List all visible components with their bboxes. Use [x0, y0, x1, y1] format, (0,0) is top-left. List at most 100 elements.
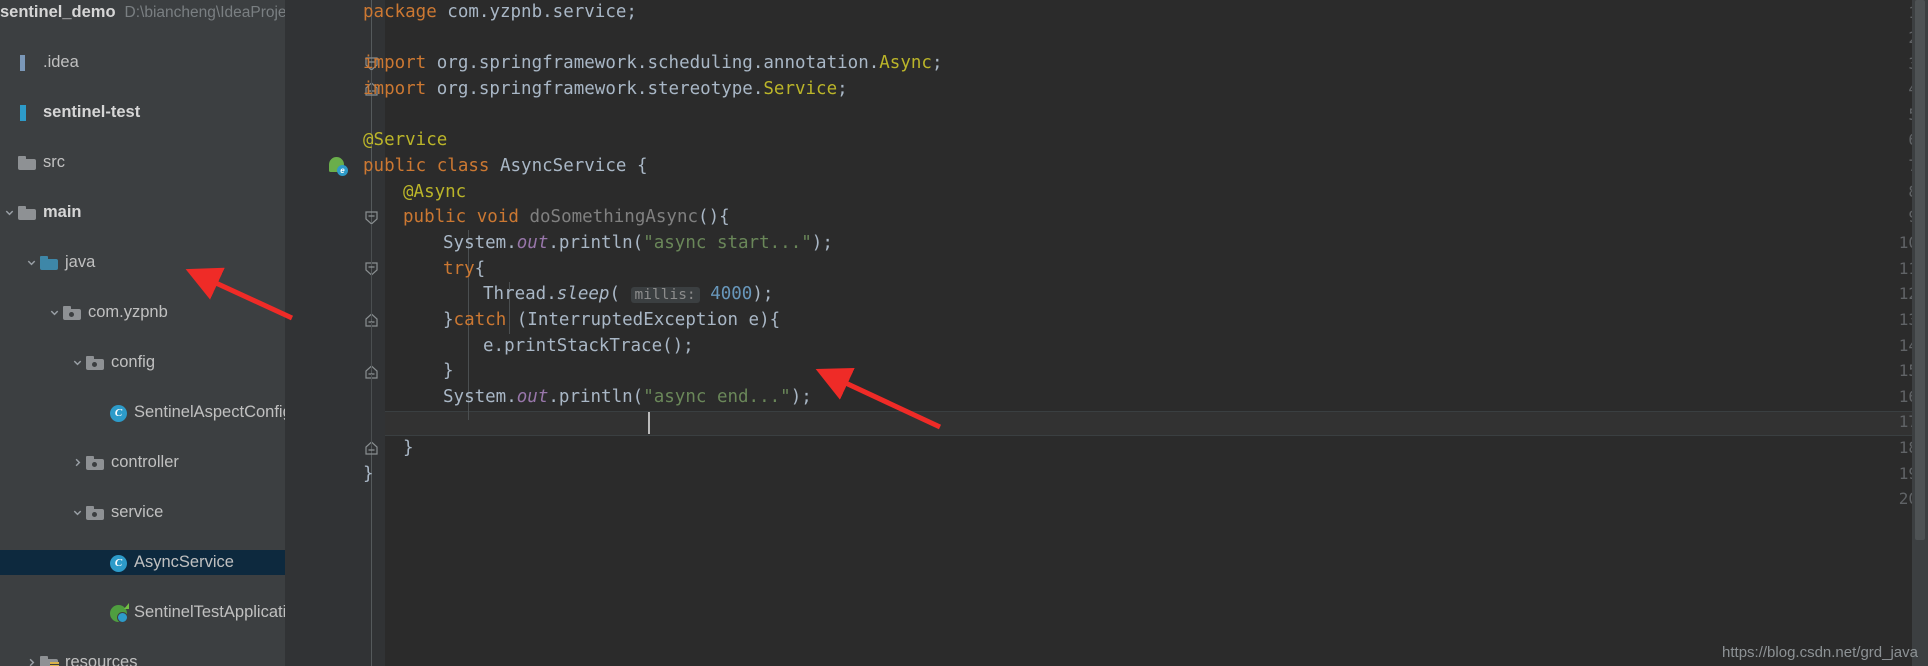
current-line-highlight	[385, 411, 1912, 436]
fold-connector	[371, 224, 372, 266]
project-path: D:\biancheng\IdeaProjects\	[124, 3, 285, 21]
method-signature-tail: (){	[698, 207, 730, 227]
import-path: org.springframework.scheduling.annotatio…	[426, 53, 880, 73]
line-number: 6	[1858, 130, 1918, 149]
sidebar-item-asyncservice[interactable]: C AsyncService	[0, 550, 285, 575]
line-number: 16	[1898, 387, 1918, 406]
chevron-down-icon[interactable]	[68, 357, 86, 368]
code-line-7[interactable]: public class AsyncService {	[363, 156, 648, 176]
editor-vertical-scrollbar[interactable]	[1912, 0, 1928, 666]
code-line-8[interactable]: @Async	[403, 182, 466, 202]
package-icon	[86, 354, 106, 372]
idea-window: sentinel_demo D:\biancheng\IdeaProjects\…	[0, 0, 1928, 666]
kw-try: try	[443, 259, 475, 279]
brace-close: }	[443, 310, 454, 330]
code-line-10[interactable]: System.out.println("async start...");	[443, 233, 833, 253]
sidebar-item-sentinelaspectconfig[interactable]: C SentinelAspectConfig	[0, 400, 285, 425]
kw-public: public	[363, 156, 427, 176]
sidebar-item-label: sentinel-test	[43, 103, 141, 121]
sidebar-item-controller[interactable]: controller	[0, 450, 285, 475]
line-number: 12	[1898, 284, 1918, 303]
brace-close-class: }	[363, 464, 374, 484]
sidebar-item-label: controller	[111, 453, 179, 471]
kw-class: class	[436, 156, 490, 176]
package-icon	[86, 454, 106, 472]
out-field: out	[516, 233, 549, 253]
line-number: 10	[1898, 233, 1918, 252]
sidebar-item-label: service	[111, 503, 164, 521]
fold-start-icon[interactable]	[365, 211, 378, 225]
project-root-row[interactable]: sentinel_demo D:\biancheng\IdeaProjects\	[0, 0, 285, 25]
semicolon: ;	[837, 79, 848, 99]
sidebar-item-label: resources	[65, 653, 138, 666]
spring-boot-class-icon	[109, 602, 129, 623]
folder-icon	[18, 204, 38, 222]
kw-package: package	[363, 2, 437, 22]
sidebar-item-label: src	[43, 153, 65, 171]
scrollbar-thumb[interactable]	[1915, 0, 1925, 540]
sidebar-item-main[interactable]: main	[0, 200, 285, 225]
chevron-right-icon[interactable]	[68, 457, 86, 468]
spring-bean-icon[interactable]: e	[329, 157, 348, 176]
chevron-down-icon[interactable]	[45, 307, 63, 318]
text-caret	[648, 412, 650, 434]
line-number: 11	[1898, 259, 1918, 278]
sidebar-item-label: java	[65, 253, 96, 271]
sidebar-item-service[interactable]: service	[0, 500, 285, 525]
kw-void: void	[476, 207, 519, 227]
fold-connector	[371, 374, 372, 446]
chevron-right-icon[interactable]	[22, 657, 40, 666]
source-folder-icon	[40, 254, 60, 272]
code-line-19[interactable]: }	[363, 464, 374, 484]
sidebar-item-sentineltestapplication[interactable]: SentinelTestApplication	[0, 600, 285, 625]
line-number: 3	[1858, 54, 1918, 73]
code-line-4[interactable]: import org.springframework.stereotype.Se…	[363, 79, 848, 99]
chevron-down-icon[interactable]	[68, 507, 86, 518]
out-field: out	[516, 387, 549, 407]
code-editor[interactable]: 1 2 3 4 5 6 7 8 9 10 11 12 13 14 15 16 1…	[285, 0, 1928, 666]
sidebar-item-idea[interactable]: .idea	[0, 50, 285, 75]
code-line-12[interactable]: Thread.sleep( millis: 4000);	[483, 284, 773, 304]
annotation-async: @Async	[403, 182, 467, 202]
project-tool-window[interactable]: sentinel_demo D:\biancheng\IdeaProjects\…	[0, 0, 285, 666]
print-stack-trace-call: e.printStackTrace();	[483, 336, 694, 356]
catch-exception-clause: (InterruptedException e){	[506, 310, 781, 330]
line-number: 14	[1898, 336, 1918, 355]
thread-ref: Thread.	[483, 284, 557, 304]
code-line-11[interactable]: try{	[443, 259, 485, 279]
chevron-down-icon[interactable]	[22, 257, 40, 268]
line-number: 17	[1898, 412, 1918, 431]
line-number: 4	[1858, 79, 1918, 98]
sidebar-item-sentinel-test[interactable]: sentinel-test	[0, 100, 285, 125]
sidebar-item-resources[interactable]: resources	[0, 650, 285, 666]
code-line-14[interactable]: e.printStackTrace();	[483, 336, 694, 356]
fold-connector	[371, 274, 372, 319]
code-line-3[interactable]: import org.springframework.scheduling.an…	[363, 53, 943, 73]
annotation-service: @Service	[363, 130, 448, 150]
sleep-method: sleep	[556, 284, 610, 304]
method-name: doSomethingAsync	[529, 207, 699, 227]
sidebar-item-src[interactable]: src	[0, 150, 285, 175]
code-line-16[interactable]: System.out.println("async end...");	[443, 387, 812, 407]
editor-gutter[interactable]	[285, 0, 357, 666]
println-call: .println(	[548, 387, 644, 407]
line-number: 7	[1858, 156, 1918, 175]
code-line-1[interactable]: package com.yzpnb.service;	[363, 2, 637, 22]
chevron-down-icon[interactable]	[0, 207, 18, 218]
code-line-18[interactable]: }	[403, 438, 414, 458]
code-line-15[interactable]: }	[443, 361, 454, 381]
code-line-6[interactable]: @Service	[363, 130, 447, 150]
line-number: 13	[1898, 310, 1918, 329]
sidebar-item-java[interactable]: java	[0, 250, 285, 275]
code-line-13[interactable]: }catch (InterruptedException e){	[443, 310, 780, 330]
brace-close-method: }	[403, 438, 414, 458]
kw-import: import	[363, 53, 427, 73]
line-number: 5	[1858, 105, 1918, 124]
code-line-9[interactable]: public void doSomethingAsync(){	[403, 207, 730, 227]
open-paren: (	[609, 284, 620, 304]
call-close: );	[811, 233, 833, 253]
line-number: 1	[1858, 3, 1918, 22]
sidebar-item-config[interactable]: config	[0, 350, 285, 375]
sidebar-item-label: SentinelTestApplication	[134, 603, 285, 621]
sidebar-item-com-yzpnb[interactable]: com.yzpnb	[0, 300, 285, 325]
